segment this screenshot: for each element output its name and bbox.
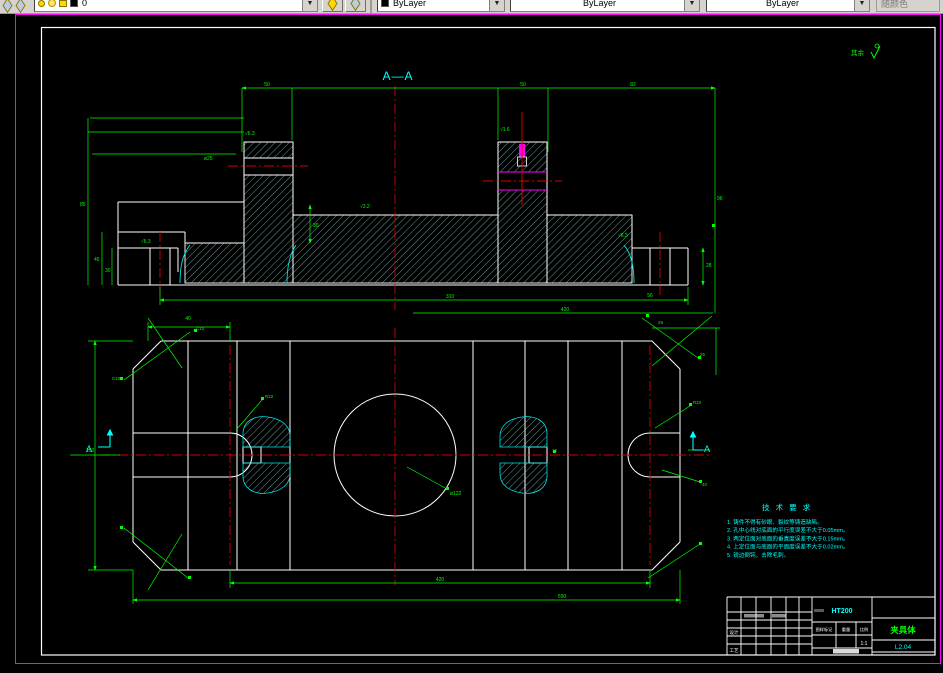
dim-label: 40 xyxy=(185,316,191,322)
layer-name: 0 xyxy=(82,0,88,8)
model-space-background xyxy=(0,0,943,673)
note-item: 5. 锐边倒钝，去除毛刺。 xyxy=(727,551,789,559)
make-object-layer-current-button[interactable] xyxy=(322,0,343,12)
sun-icon xyxy=(48,0,56,7)
linetype-control-dropdown[interactable]: ByLayer ▼ xyxy=(510,0,700,12)
dim-label: ø122 xyxy=(450,491,462,497)
dim-label: 40 xyxy=(702,482,708,487)
titleblock-smudge xyxy=(772,614,786,618)
chevron-down-icon[interactable]: ▼ xyxy=(302,0,317,11)
roughness-label: √1.6 xyxy=(500,126,510,133)
design-label: 设计 xyxy=(730,629,739,636)
layer-dropdown[interactable]: 0 ▼ xyxy=(34,0,318,12)
dim-label: C10 xyxy=(196,326,205,331)
dim-label: C10 xyxy=(112,376,121,381)
color-value: ByLayer xyxy=(393,0,427,8)
roughness-label: √6.3 xyxy=(618,232,628,239)
toolbar-separator xyxy=(370,0,372,13)
dim-label: 30 xyxy=(105,268,111,274)
plot-style-value: 随颜色 xyxy=(881,0,909,9)
layer-manager-icon[interactable] xyxy=(2,0,29,13)
dim-label: 25 xyxy=(700,352,706,357)
dim-label: 420 xyxy=(436,577,445,583)
note-item: 3. 两定位面对底面的垂直度误差不大于0.15mm。 xyxy=(727,534,849,542)
roughness-label: √3.2 xyxy=(360,203,370,210)
dim-label: 310 xyxy=(446,294,455,300)
plot-style-control-dropdown: 随颜色 xyxy=(876,0,940,12)
lineweight-value: ByLayer xyxy=(765,0,800,8)
bulb-icon xyxy=(38,0,45,7)
lock-icon xyxy=(59,0,67,7)
dim-label: 45 xyxy=(94,257,100,263)
part-name: 夹具体 xyxy=(890,625,916,635)
scale-value: 1:1 xyxy=(861,641,868,647)
titleblock-smudge xyxy=(814,609,824,612)
dim-label: 96 xyxy=(717,196,723,202)
notes-title: 技 术 要 求 xyxy=(762,502,812,512)
chevron-down-icon[interactable]: ▼ xyxy=(489,0,504,11)
drawing-number: L2.04 xyxy=(895,644,912,651)
dim-label: 56 xyxy=(647,293,653,299)
lineweight-control-dropdown[interactable]: ByLayer ▼ xyxy=(706,0,870,12)
roughness-label: √6.3 xyxy=(245,130,255,137)
dim-label: ø25 xyxy=(204,156,213,162)
dim-label: 150 xyxy=(86,448,95,454)
dim-label: 82 xyxy=(630,82,636,88)
dim-label: 12 xyxy=(552,448,558,453)
dim-label: 50 xyxy=(520,82,526,88)
note-item: 4. 上定位面与底面的平面度误差不大于0.02mm。 xyxy=(727,543,849,551)
section-marker-right: A xyxy=(704,444,710,454)
layer-previous-button[interactable] xyxy=(345,0,366,12)
current-color-swatch-icon xyxy=(381,0,389,7)
chevron-down-icon[interactable]: ▼ xyxy=(684,0,699,11)
surface-note-label: 其余 xyxy=(851,48,865,57)
dim-label: R22 xyxy=(693,400,702,405)
process-label: 工艺 xyxy=(730,648,739,653)
dim-label: R22 xyxy=(265,394,274,399)
scale-label: 比例 xyxy=(860,626,868,633)
object-properties-toolbar: 0 ▼ ByLayer ▼ ByLayer ▼ ByLayer ▼ 随颜色 xyxy=(0,0,943,14)
dim-label: 420 xyxy=(561,307,570,313)
application-window: 0 ▼ ByLayer ▼ ByLayer ▼ ByLayer ▼ 随颜色 A … xyxy=(0,0,943,673)
section-view-label: A—A xyxy=(382,69,413,83)
color-control-dropdown[interactable]: ByLayer ▼ xyxy=(377,0,505,12)
drawing-canvas[interactable]: A A A—A 其余 技 术 要 求 1. 铸件不得有砂眼、裂纹等铸造缺陷。2.… xyxy=(0,0,943,673)
note-item: 2. 孔中心线对底面的平行度误差不大于0.05mm。 xyxy=(727,526,849,534)
chevron-down-icon[interactable]: ▼ xyxy=(854,0,869,11)
note-item: 1. 铸件不得有砂眼、裂纹等铸造缺陷。 xyxy=(727,518,823,526)
company-name-blur xyxy=(833,649,859,654)
dim-label: 28 xyxy=(706,263,712,269)
color-swatch-icon xyxy=(70,0,78,7)
mark-label: 图样标记 xyxy=(816,626,834,633)
dim-label: 50 xyxy=(264,82,270,88)
dim-label: 25 xyxy=(658,320,664,325)
dim-label: 30 xyxy=(313,223,319,229)
material-value: HT200 xyxy=(831,608,852,615)
linetype-value: ByLayer xyxy=(582,0,617,8)
weight-label: 重量 xyxy=(842,626,850,633)
roughness-label: √6.3 xyxy=(141,238,151,245)
titleblock-smudge xyxy=(744,614,764,618)
dim-label: 550 xyxy=(558,594,567,600)
dim-label: 85 xyxy=(80,202,86,208)
